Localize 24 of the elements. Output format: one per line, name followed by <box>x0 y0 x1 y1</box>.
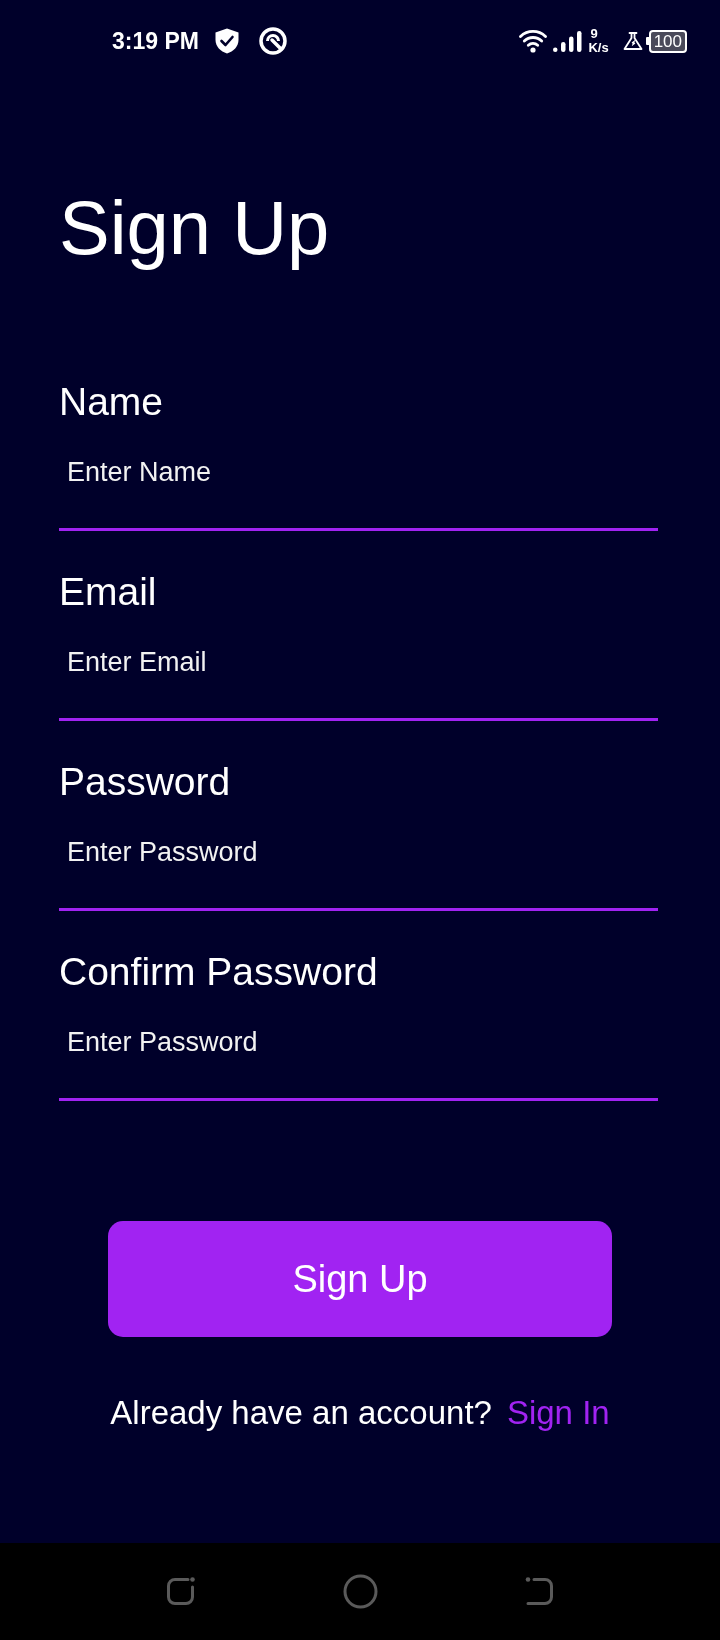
network-speed-value: 9 <box>590 27 598 41</box>
recent-apps-icon[interactable] <box>164 1576 196 1607</box>
signal-bars-icon <box>553 30 583 52</box>
shield-check-icon <box>214 28 239 54</box>
flask-icon <box>622 32 643 50</box>
network-speed-unit: K/s <box>588 41 609 55</box>
back-icon[interactable] <box>525 1576 555 1607</box>
wifi-icon <box>519 29 548 53</box>
ring-icon <box>258 27 287 55</box>
field-label: Email <box>59 570 158 614</box>
input-field[interactable]: Enter Email <box>59 614 658 721</box>
field-label: Confirm Password <box>59 950 379 994</box>
submit-button[interactable]: Sign Up <box>108 1221 612 1337</box>
input-field[interactable]: Enter Password <box>59 994 658 1101</box>
input-field[interactable]: Enter Name <box>59 424 658 531</box>
field-label: Password <box>59 760 232 804</box>
sign-in-link[interactable]: Sign In <box>506 1394 610 1432</box>
account-prompt-text: Already have an account? <box>110 1394 492 1432</box>
field-label: Name <box>59 380 165 424</box>
clock-time: 3:19 PM <box>112 27 199 55</box>
battery-indicator: 100 <box>645 29 687 53</box>
input-field[interactable]: Enter Password <box>59 804 658 911</box>
home-icon[interactable] <box>342 1574 378 1609</box>
page-title: Sign Up <box>59 184 331 272</box>
